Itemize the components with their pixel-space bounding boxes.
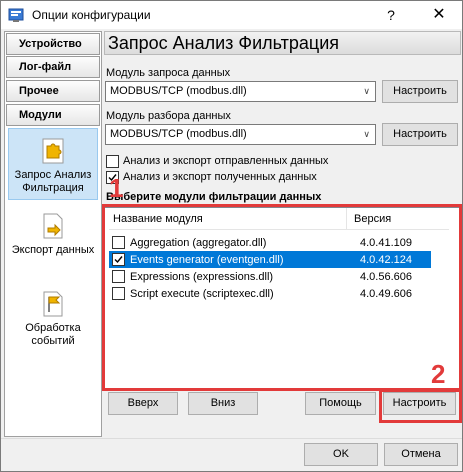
- module-checkbox[interactable]: [112, 236, 125, 249]
- query-module-value: MODBUS/TCP (modbus.dll): [110, 85, 247, 97]
- help-title-button[interactable]: ?: [376, 1, 406, 29]
- parse-module-value: MODBUS/TCP (modbus.dll): [110, 128, 247, 140]
- column-header-version[interactable]: Версия: [347, 208, 391, 230]
- footer-divider: [1, 438, 462, 439]
- module-checkbox[interactable]: [112, 253, 125, 266]
- title-bar: Опции конфигурации ? ✕: [1, 1, 462, 29]
- sidebar-item-label: Запрос Анализ Фильтрация: [14, 169, 92, 194]
- module-name: Expressions (expressions.dll): [130, 270, 274, 283]
- config-dialog: Опции конфигурации ? ✕ Устройство Лог-фа…: [0, 0, 463, 472]
- module-version: 4.0.49.606: [360, 287, 412, 300]
- sidebar-item-label: Обработка событий: [25, 322, 81, 347]
- configure-filter-button[interactable]: Настроить: [383, 392, 456, 415]
- query-module-label: Модуль запроса данных: [106, 67, 231, 79]
- query-module-select[interactable]: MODBUS/TCP (modbus.dll) ∨: [105, 81, 376, 102]
- main-panel: Запрос Анализ Фильтрация Модуль запроса …: [104, 31, 461, 437]
- module-checkbox[interactable]: [112, 287, 125, 300]
- filter-section-title: Выберите модули фильтрации данных: [106, 191, 322, 203]
- export-document-icon: [41, 212, 65, 240]
- column-header-name[interactable]: Название модуля: [109, 207, 347, 230]
- sidebar-group-device[interactable]: Устройство: [6, 33, 100, 55]
- analyze-received-checkbox-row[interactable]: Анализ и экспорт полученных данных: [106, 170, 317, 184]
- module-name: Events generator (eventgen.dll): [130, 253, 284, 266]
- sidebar-item-event-handling[interactable]: Обработка событий: [8, 290, 98, 352]
- sidebar-group-modules[interactable]: Модули: [6, 104, 100, 126]
- analyze-received-label: Анализ и экспорт полученных данных: [123, 171, 317, 183]
- puzzle-icon: [41, 137, 65, 165]
- chevron-down-icon: ∨: [363, 86, 370, 96]
- list-header: Название модуля Версия: [109, 207, 449, 230]
- app-icon: [8, 7, 24, 23]
- filter-modules-list[interactable]: Название модуля Версия Aggregation (aggr…: [104, 207, 460, 391]
- configure-query-button[interactable]: Настроить: [382, 80, 458, 103]
- analyze-sent-checkbox-row[interactable]: Анализ и экспорт отправленных данных: [106, 154, 328, 168]
- analyze-sent-label: Анализ и экспорт отправленных данных: [123, 155, 329, 167]
- check-icon: [114, 256, 123, 264]
- list-item[interactable]: Events generator (eventgen.dll) 4.0.42.1…: [109, 251, 431, 268]
- parse-module-label: Модуль разбора данных: [106, 110, 231, 122]
- move-up-button[interactable]: Вверх: [108, 392, 178, 415]
- list-item[interactable]: Script execute (scriptexec.dll) 4.0.49.6…: [109, 285, 431, 302]
- chevron-down-icon: ∨: [363, 129, 370, 139]
- sidebar-group-other[interactable]: Прочее: [6, 80, 100, 102]
- page-title: Запрос Анализ Фильтрация: [104, 31, 461, 55]
- configure-parse-button[interactable]: Настроить: [382, 123, 458, 146]
- list-item[interactable]: Expressions (expressions.dll) 4.0.56.606: [109, 268, 431, 285]
- module-checkbox[interactable]: [112, 270, 125, 283]
- move-down-button[interactable]: Вниз: [188, 392, 258, 415]
- sidebar-group-logfile[interactable]: Лог-файл: [6, 56, 100, 78]
- module-version: 4.0.42.124: [360, 253, 412, 266]
- parse-module-select[interactable]: MODBUS/TCP (modbus.dll) ∨: [105, 124, 376, 145]
- flag-icon: [41, 290, 65, 318]
- annotation-marker-1: 1: [109, 173, 124, 203]
- list-item[interactable]: Aggregation (aggregator.dll) 4.0.41.109: [109, 234, 431, 251]
- cancel-button[interactable]: Отмена: [384, 443, 458, 466]
- module-name: Script execute (scriptexec.dll): [130, 287, 274, 300]
- sidebar-item-label: Экспорт данных: [11, 244, 95, 256]
- close-button[interactable]: ✕: [424, 1, 454, 29]
- analyze-sent-checkbox[interactable]: [106, 154, 119, 168]
- help-button[interactable]: Помощь: [305, 392, 376, 415]
- window-title: Опции конфигурации: [32, 8, 151, 22]
- sidebar: Устройство Лог-файл Прочее Модули Запрос…: [4, 31, 102, 437]
- module-version: 4.0.56.606: [360, 270, 412, 283]
- annotation-marker-2: 2: [431, 359, 446, 389]
- sidebar-item-query-analysis[interactable]: Запрос Анализ Фильтрация: [8, 128, 98, 200]
- module-version: 4.0.41.109: [360, 236, 412, 249]
- ok-button[interactable]: OK: [304, 443, 378, 466]
- module-name: Aggregation (aggregator.dll): [130, 236, 267, 249]
- sidebar-item-data-export[interactable]: Экспорт данных: [8, 212, 98, 274]
